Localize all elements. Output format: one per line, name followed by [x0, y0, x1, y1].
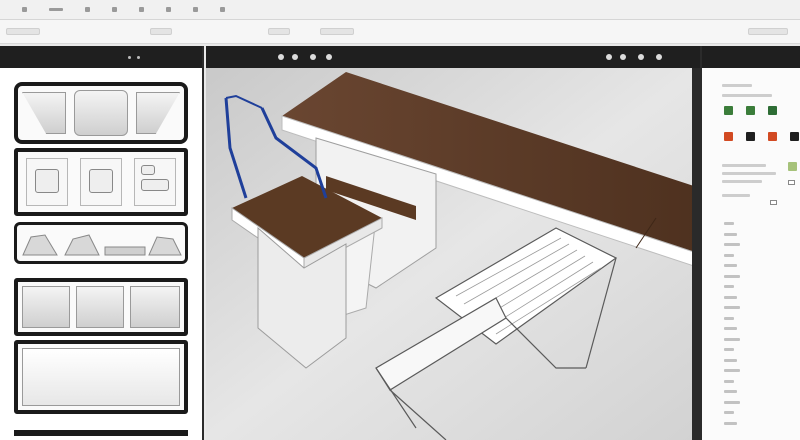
joint-shapes[interactable]	[17, 225, 185, 261]
toolbar-chip-5[interactable]	[748, 28, 788, 35]
property-toggle[interactable]	[770, 200, 777, 205]
section-label	[722, 84, 752, 87]
toolbar-chip-1[interactable]	[6, 28, 40, 35]
property-list-item[interactable]	[724, 358, 737, 362]
shelf-center-block	[74, 90, 128, 136]
section-label	[722, 94, 772, 97]
material-swatch-6[interactable]	[768, 132, 777, 141]
property-list-item[interactable]	[724, 411, 734, 414]
view-icon[interactable]	[278, 54, 284, 60]
panel-option-3[interactable]	[130, 286, 180, 328]
property-list-item[interactable]	[724, 348, 734, 351]
panel-icon[interactable]	[128, 55, 131, 59]
light-icon[interactable]	[292, 54, 298, 60]
menu-item-file[interactable]	[22, 7, 27, 12]
left-panel-scrollbar[interactable]	[14, 430, 188, 436]
property-list-item[interactable]	[724, 285, 734, 288]
property-list-item[interactable]	[724, 243, 740, 246]
material-swatch-5[interactable]	[746, 132, 755, 141]
drawer-thumb-2[interactable]	[80, 158, 122, 206]
property-list-item[interactable]	[724, 337, 740, 341]
property-list-item[interactable]	[724, 274, 740, 278]
drawer-face	[141, 179, 169, 191]
cad-application-window	[0, 0, 800, 440]
render-icon[interactable]	[326, 54, 332, 60]
panel-options-frame	[14, 278, 188, 336]
menu-item-help[interactable]	[220, 7, 225, 12]
viewport-scrollbar[interactable]	[692, 68, 700, 440]
drawer-thumb-1[interactable]	[26, 158, 68, 206]
shelf-component-frame[interactable]	[14, 82, 188, 144]
property-list-item[interactable]	[724, 253, 734, 257]
shelf-bracket-left	[22, 92, 66, 134]
preview-panel[interactable]	[22, 348, 180, 406]
menu-item-edit[interactable]	[49, 8, 63, 11]
material-swatch-3[interactable]	[768, 106, 777, 115]
menu-item-tools[interactable]	[166, 7, 171, 12]
drawer-face	[89, 169, 113, 193]
menu-item-format[interactable]	[139, 7, 144, 12]
property-list-item[interactable]	[724, 264, 737, 267]
property-row	[722, 172, 776, 175]
material-swatch-4[interactable]	[724, 132, 733, 141]
property-row	[722, 164, 766, 167]
toolbar-chip-2[interactable]	[150, 28, 172, 35]
menu-bar	[0, 0, 800, 20]
material-swatch-1[interactable]	[724, 106, 733, 115]
left-panel-header	[0, 46, 202, 68]
property-row	[722, 180, 762, 183]
property-toggle[interactable]	[788, 180, 795, 185]
grid-icon[interactable]	[137, 55, 140, 59]
property-list-item[interactable]	[724, 222, 734, 225]
property-list-item[interactable]	[724, 390, 737, 393]
3d-viewport[interactable]	[206, 46, 700, 440]
property-list-item[interactable]	[724, 327, 737, 330]
property-row	[722, 194, 750, 197]
drawer-options-frame	[14, 148, 188, 216]
property-list-item[interactable]	[724, 400, 740, 404]
orbit-icon[interactable]	[638, 54, 644, 60]
zoom-icon[interactable]	[606, 54, 612, 60]
property-list-item[interactable]	[724, 295, 737, 299]
toolbar-chip-3[interactable]	[268, 28, 290, 35]
preview-frame	[14, 340, 188, 414]
property-list-item[interactable]	[724, 232, 737, 236]
menu-item-insert[interactable]	[112, 7, 117, 12]
right-panel-header	[702, 46, 800, 68]
desk-scene	[206, 68, 700, 440]
pan-icon[interactable]	[620, 54, 626, 60]
panel-option-1[interactable]	[22, 286, 70, 328]
right-properties-panel	[700, 46, 800, 440]
property-list-item[interactable]	[724, 369, 740, 372]
camera-icon[interactable]	[310, 54, 316, 60]
property-list-item[interactable]	[724, 306, 740, 309]
material-swatch-2[interactable]	[746, 106, 755, 115]
drawer-face	[35, 169, 59, 193]
material-swatch-7[interactable]	[790, 132, 799, 141]
toolbar	[0, 20, 800, 44]
material-swatch-8[interactable]	[788, 162, 797, 171]
shelf-bracket-right	[136, 92, 180, 134]
panel-option-2[interactable]	[76, 286, 124, 328]
toolbar-chip-4[interactable]	[320, 28, 354, 35]
menu-item-view[interactable]	[85, 7, 90, 12]
joint-options-frame	[14, 222, 188, 264]
drawer-thumb-3[interactable]	[134, 158, 176, 206]
drawer-face	[141, 165, 155, 175]
left-asset-panel	[0, 46, 204, 440]
property-list-item[interactable]	[724, 379, 734, 383]
menu-item-window[interactable]	[193, 7, 198, 12]
property-list-item[interactable]	[724, 316, 734, 320]
property-list-item[interactable]	[724, 421, 737, 425]
settings-icon[interactable]	[656, 54, 662, 60]
viewport-header	[206, 46, 700, 68]
